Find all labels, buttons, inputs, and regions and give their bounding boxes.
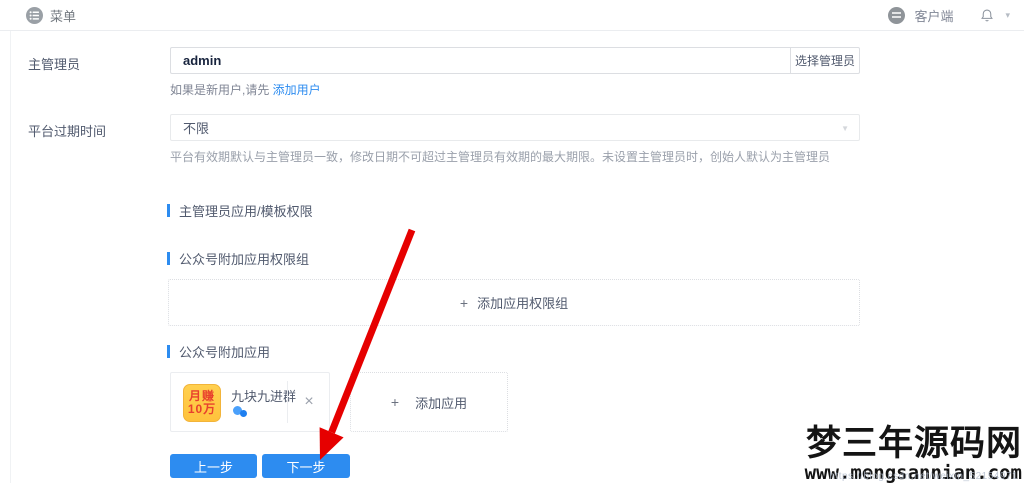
- section-title: 公众号附加应用: [179, 345, 271, 360]
- admin-helper-text: 如果是新用户,请先 添加用户: [170, 81, 321, 98]
- expire-select[interactable]: 不限 ▼: [170, 114, 860, 141]
- client-name[interactable]: 客户端: [914, 6, 953, 25]
- topbar: 菜单 客户端 ▾: [0, 0, 1024, 31]
- plus-icon: +: [459, 294, 469, 311]
- add-perm-group-label: 添加应用权限组: [477, 296, 569, 311]
- section-admin-perm: 主管理员应用/模板权限: [167, 201, 313, 220]
- watermark: 梦三年源码网 www.mengsannian.com https://blog.…: [804, 424, 1022, 483]
- remove-app-button[interactable]: ×: [287, 373, 331, 431]
- section-mp-apps: 公众号附加应用: [167, 342, 270, 361]
- admin-helper-prefix: 如果是新用户,请先: [170, 83, 273, 97]
- select-caret-icon: ▼: [841, 124, 849, 133]
- section-accent-bar: [167, 204, 170, 217]
- expire-select-value: 不限: [183, 121, 210, 136]
- watermark-url: www.mengsannian.com: [804, 462, 1022, 483]
- add-perm-group-button[interactable]: + 添加应用权限组: [168, 279, 860, 326]
- page: 菜单 客户端 ▾ 主管理员 选择管理员 如果是新用户,请先 添加用户 平台过期时…: [0, 0, 1024, 483]
- admin-input-group: 选择管理员: [170, 47, 860, 74]
- app-card: 月赚 10万 九块九进群 ×: [170, 372, 330, 432]
- menu-button[interactable]: 菜单: [26, 0, 76, 31]
- prev-step-button[interactable]: 上一步: [170, 454, 257, 478]
- chat-bubbles-icon: [233, 406, 249, 418]
- bell-icon[interactable]: [980, 8, 994, 23]
- plus-icon: +: [390, 394, 400, 410]
- expire-field-label: 平台过期时间: [28, 124, 107, 139]
- section-mp-perm-group: 公众号附加应用权限组: [167, 249, 309, 268]
- add-app-label: 添加应用: [415, 395, 468, 411]
- next-step-button[interactable]: 下一步: [262, 454, 350, 478]
- panel-left-edge: [10, 31, 11, 483]
- admin-input[interactable]: [170, 47, 790, 74]
- expire-helper-text: 平台有效期默认与主管理员一致，修改日期不可超过主管理员有效期的最大期限。未设置主…: [170, 150, 831, 164]
- section-accent-bar: [167, 345, 170, 358]
- avatar[interactable]: [888, 7, 906, 24]
- admin-field-label: 主管理员: [28, 57, 81, 72]
- watermark-title: 梦三年源码网: [805, 424, 1022, 464]
- add-user-link[interactable]: 添加用户: [273, 83, 321, 97]
- app-icon: 月赚 10万: [183, 384, 221, 422]
- chevron-down-icon[interactable]: ▾: [1005, 10, 1010, 21]
- app-icon-line2: 10万: [187, 402, 217, 416]
- choose-admin-button[interactable]: 选择管理员: [790, 47, 860, 74]
- section-title: 主管理员应用/模板权限: [179, 204, 313, 219]
- menu-icon: [26, 7, 43, 24]
- section-title: 公众号附加应用权限组: [179, 252, 310, 267]
- menu-label: 菜单: [50, 9, 77, 24]
- add-app-button[interactable]: + 添加应用: [350, 372, 508, 432]
- section-accent-bar: [167, 252, 170, 265]
